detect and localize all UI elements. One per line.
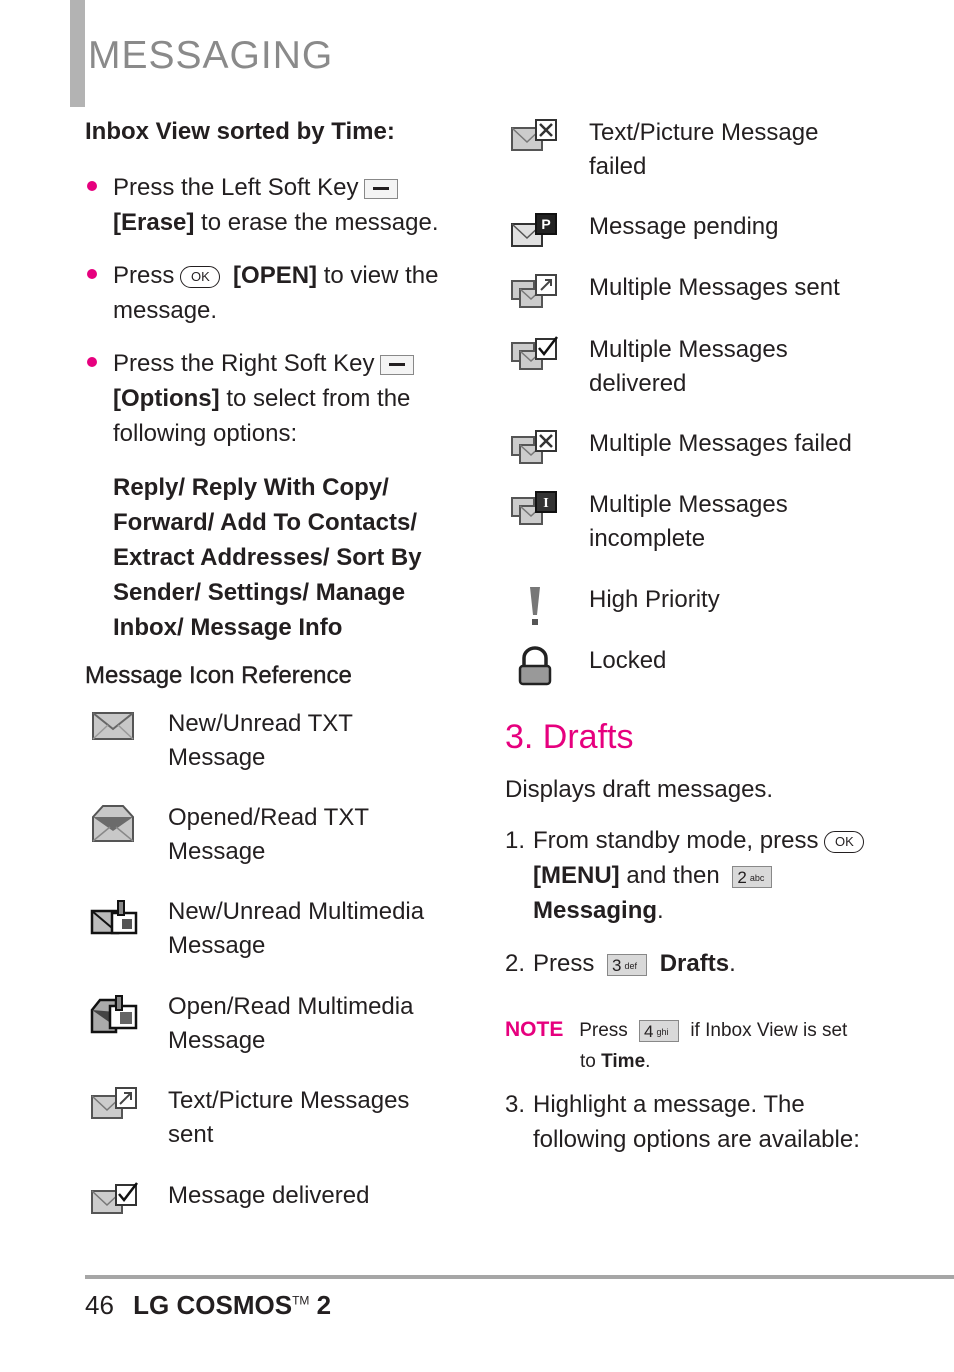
icon-label: New/Unread Multimedia Message [168, 898, 425, 959]
icon-label: Text/Picture Message failed [589, 119, 819, 180]
multimedia-open-icon [90, 992, 140, 1034]
menu-label: [MENU] [533, 862, 620, 889]
page-number: 46 [85, 1290, 114, 1320]
bullet-dot [87, 357, 97, 367]
right-soft-key-icon [380, 354, 415, 375]
section-side-bar [70, 0, 85, 107]
key-3-icon: 3 def [607, 953, 648, 976]
note: NOTE Press 4 ghi if Inbox View is set to … [505, 1018, 848, 1072]
bullet-dot [87, 269, 97, 279]
ok-key-icon: OK [180, 265, 221, 288]
note-label: NOTE [505, 1018, 564, 1041]
key-2-icon: 2 abc [732, 865, 773, 888]
multimedia-new-icon [90, 897, 140, 935]
bullet-text: Press [113, 262, 175, 289]
multiple-delivered-icon [510, 335, 560, 371]
icon-label: Multiple Messages incomplete [589, 491, 788, 552]
icon-reference-heading: Message Icon Reference [85, 662, 352, 689]
svg-text:I: I [543, 496, 548, 511]
envelope-open-icon [90, 803, 140, 842]
drafts-intro: Displays draft messages. [505, 776, 774, 803]
icon-label: Opened/Read TXT Message [168, 804, 370, 865]
message-pending-icon: P [510, 212, 560, 248]
time-label: Time [601, 1051, 646, 1072]
lock-icon [510, 646, 560, 686]
bullet-options: Press the Right Soft Key [Options] to se… [113, 346, 443, 451]
note-text: if Inbox View is set [690, 1020, 848, 1041]
envelope-closed-icon [90, 709, 140, 745]
ok-key-icon: OK [824, 830, 865, 853]
bullet-text: Press the Right Soft Key [113, 350, 375, 377]
drafts-label: Drafts [659, 950, 730, 977]
bullet-open: Press OK [OPEN] to view the message. [113, 258, 453, 328]
bullet-erase: Press the Left Soft Key [Erase] to erase… [113, 170, 453, 240]
icon-label: Message delivered [168, 1182, 370, 1209]
step-text: Highlight a message. The [533, 1091, 805, 1118]
left-soft-key-icon [364, 178, 399, 199]
step-text: From standby mode, press [533, 827, 819, 854]
message-delivered-icon [90, 1181, 140, 1217]
icon-label: Multiple Messages sent [589, 274, 840, 301]
high-priority-icon [510, 585, 560, 625]
note-text: to [580, 1051, 596, 1072]
message-failed-icon [510, 118, 560, 154]
options-label: [Options] [113, 385, 220, 412]
step-number: 1. [505, 827, 526, 854]
svg-text:P: P [541, 216, 550, 232]
icon-label: Multiple Messages failed [589, 430, 852, 457]
open-label: [OPEN] [233, 262, 318, 289]
erase-label: [Erase] [113, 209, 195, 236]
multiple-failed-icon [510, 429, 560, 465]
trademark: TM [292, 1293, 310, 1308]
footer: 46 LG COSMOSTM 2 [85, 1290, 331, 1321]
multiple-sent-icon [510, 273, 560, 309]
footer-rule [85, 1275, 954, 1279]
drafts-step-3: Highlight a message. The following optio… [533, 1087, 893, 1157]
messaging-label: Messaging [533, 897, 658, 924]
step-number: 2. [505, 950, 526, 977]
options-list: Reply/ Reply With Copy/ Forward/ Add To … [113, 474, 422, 641]
key-4-icon: 4 ghi [639, 1019, 680, 1042]
model-number: 2 [316, 1290, 332, 1320]
icon-label: New/Unread TXT Message [168, 710, 353, 771]
drafts-step-1: From standby mode, press OK [MENU] and th… [533, 823, 893, 928]
multiple-incomplete-icon: I [510, 490, 560, 526]
icon-label: Text/Picture Messages sent [168, 1087, 410, 1148]
inbox-view-heading: Inbox View sorted by Time: [85, 118, 395, 145]
section-title: MESSAGING [88, 34, 334, 77]
icon-label: Multiple Messages delivered [589, 336, 788, 397]
bullet-text: to erase the message. [201, 209, 439, 236]
drafts-step-2: Press 3 def Drafts. [533, 950, 736, 977]
icon-label: Open/Read Multimedia Message [168, 993, 414, 1054]
step-text: Press [533, 950, 595, 977]
note-text: Press [579, 1020, 628, 1041]
step-number: 3. [505, 1091, 526, 1118]
drafts-heading: 3. Drafts [505, 718, 634, 756]
icon-label: Message pending [589, 213, 779, 240]
step-text: and then [626, 862, 720, 889]
icon-label: High Priority [589, 586, 720, 613]
brand-name: LG COSMOS [133, 1290, 293, 1320]
bullet-dot [87, 181, 97, 191]
message-sent-icon [90, 1086, 140, 1122]
bullet-text: Press the Left Soft Key [113, 174, 359, 201]
step-text: following options are available: [533, 1126, 860, 1153]
icon-label: Locked [589, 647, 667, 674]
